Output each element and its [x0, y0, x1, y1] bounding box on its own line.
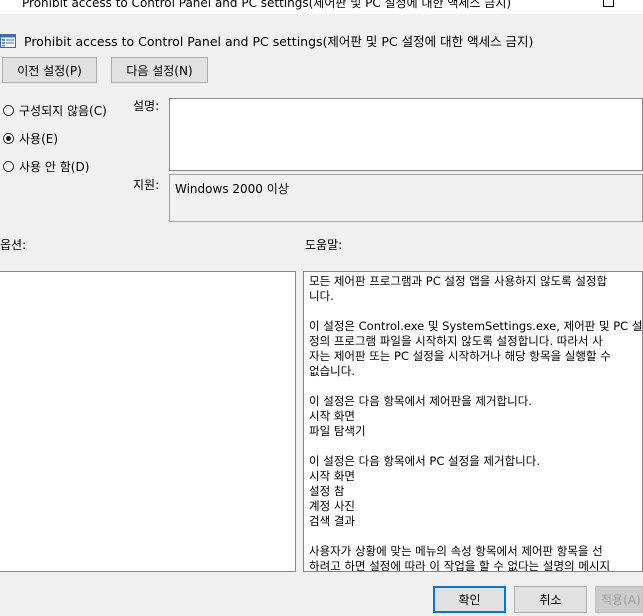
help-paragraph: 이 설정은 다음 항목에서 PC 설정을 제거합니다. 시작 화면 설정 참 계… [309, 454, 540, 528]
maximize-button[interactable] [603, 0, 614, 7]
supported-label: 지원: [133, 178, 160, 192]
options-panel[interactable] [0, 271, 296, 572]
radio-enabled-indicator[interactable] [3, 133, 14, 144]
next-setting-button[interactable]: 다음 설정(N) [111, 57, 208, 83]
policy-title: Prohibit access to Control Panel and PC … [24, 34, 534, 49]
options-label: 옵션: [0, 238, 27, 252]
radio-enabled-label: 사용(E) [19, 132, 59, 146]
radio-not-configured-indicator[interactable] [3, 105, 14, 116]
help-label: 도움말: [305, 238, 343, 252]
radio-not-configured-label: 구성되지 않음(C) [19, 104, 107, 118]
cancel-button[interactable]: 취소 [514, 586, 587, 613]
help-paragraph: 이 설정은 Control.exe 및 SystemSettings.exe, … [309, 319, 643, 378]
radio-disabled-label: 사용 안 함(D) [19, 160, 90, 174]
window-title: Prohibit access to Control Panel and PC … [22, 0, 512, 10]
radio-not-configured[interactable]: 구성되지 않음(C) [3, 102, 107, 119]
help-panel[interactable]: 모든 제어판 프로그램과 PC 설정 앱을 사용하지 않도록 설정합 니다. 이… [303, 271, 643, 572]
comment-label: 설명: [133, 99, 160, 113]
help-paragraph: 사용자가 상황에 맞는 메뉴의 속성 항목에서 제어판 항목을 선 하려고 하면… [309, 544, 611, 572]
comment-textarea[interactable] [169, 98, 643, 171]
supported-on-field: Windows 2000 이상 [169, 174, 643, 222]
policy-settings-icon [0, 34, 16, 48]
apply-button[interactable]: 적용(A) [595, 586, 643, 613]
window-titlebar: Prohibit access to Control Panel and PC … [0, 0, 643, 14]
radio-enabled[interactable]: 사용(E) [3, 130, 58, 147]
supported-on-value: Windows 2000 이상 [175, 182, 289, 196]
previous-setting-button[interactable]: 이전 설정(P) [2, 57, 97, 83]
ok-button[interactable]: 확인 [433, 586, 506, 613]
radio-disabled-indicator[interactable] [3, 161, 14, 172]
help-paragraph: 이 설정은 다음 항목에서 제어판을 제거합니다. 시작 화면 파일 탐색기 [309, 394, 532, 438]
help-paragraph: 모든 제어판 프로그램과 PC 설정 앱을 사용하지 않도록 설정합 니다. [309, 274, 608, 303]
radio-disabled[interactable]: 사용 안 함(D) [3, 158, 89, 175]
